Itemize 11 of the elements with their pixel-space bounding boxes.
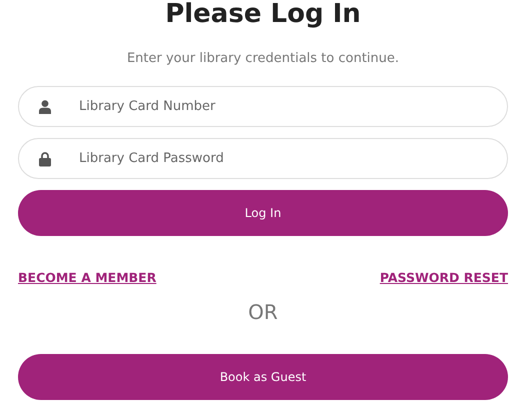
person-icon [39,100,51,114]
page-title: Please Log In [165,0,361,28]
log-in-button[interactable]: Log In [18,190,508,236]
input-field[interactable]: Library Card Number [18,86,508,127]
separator-text: OR [248,300,278,324]
link[interactable]: BECOME A MEMBER [18,270,156,286]
lock-icon [39,151,51,166]
subtitle: Enter your library credentials to continue. [126,50,400,68]
link[interactable]: PASSWORD RESET [380,270,508,286]
book-as-guest-button[interactable]: Book as Guest [18,354,508,400]
input-field[interactable]: Library Card Password [18,138,508,179]
